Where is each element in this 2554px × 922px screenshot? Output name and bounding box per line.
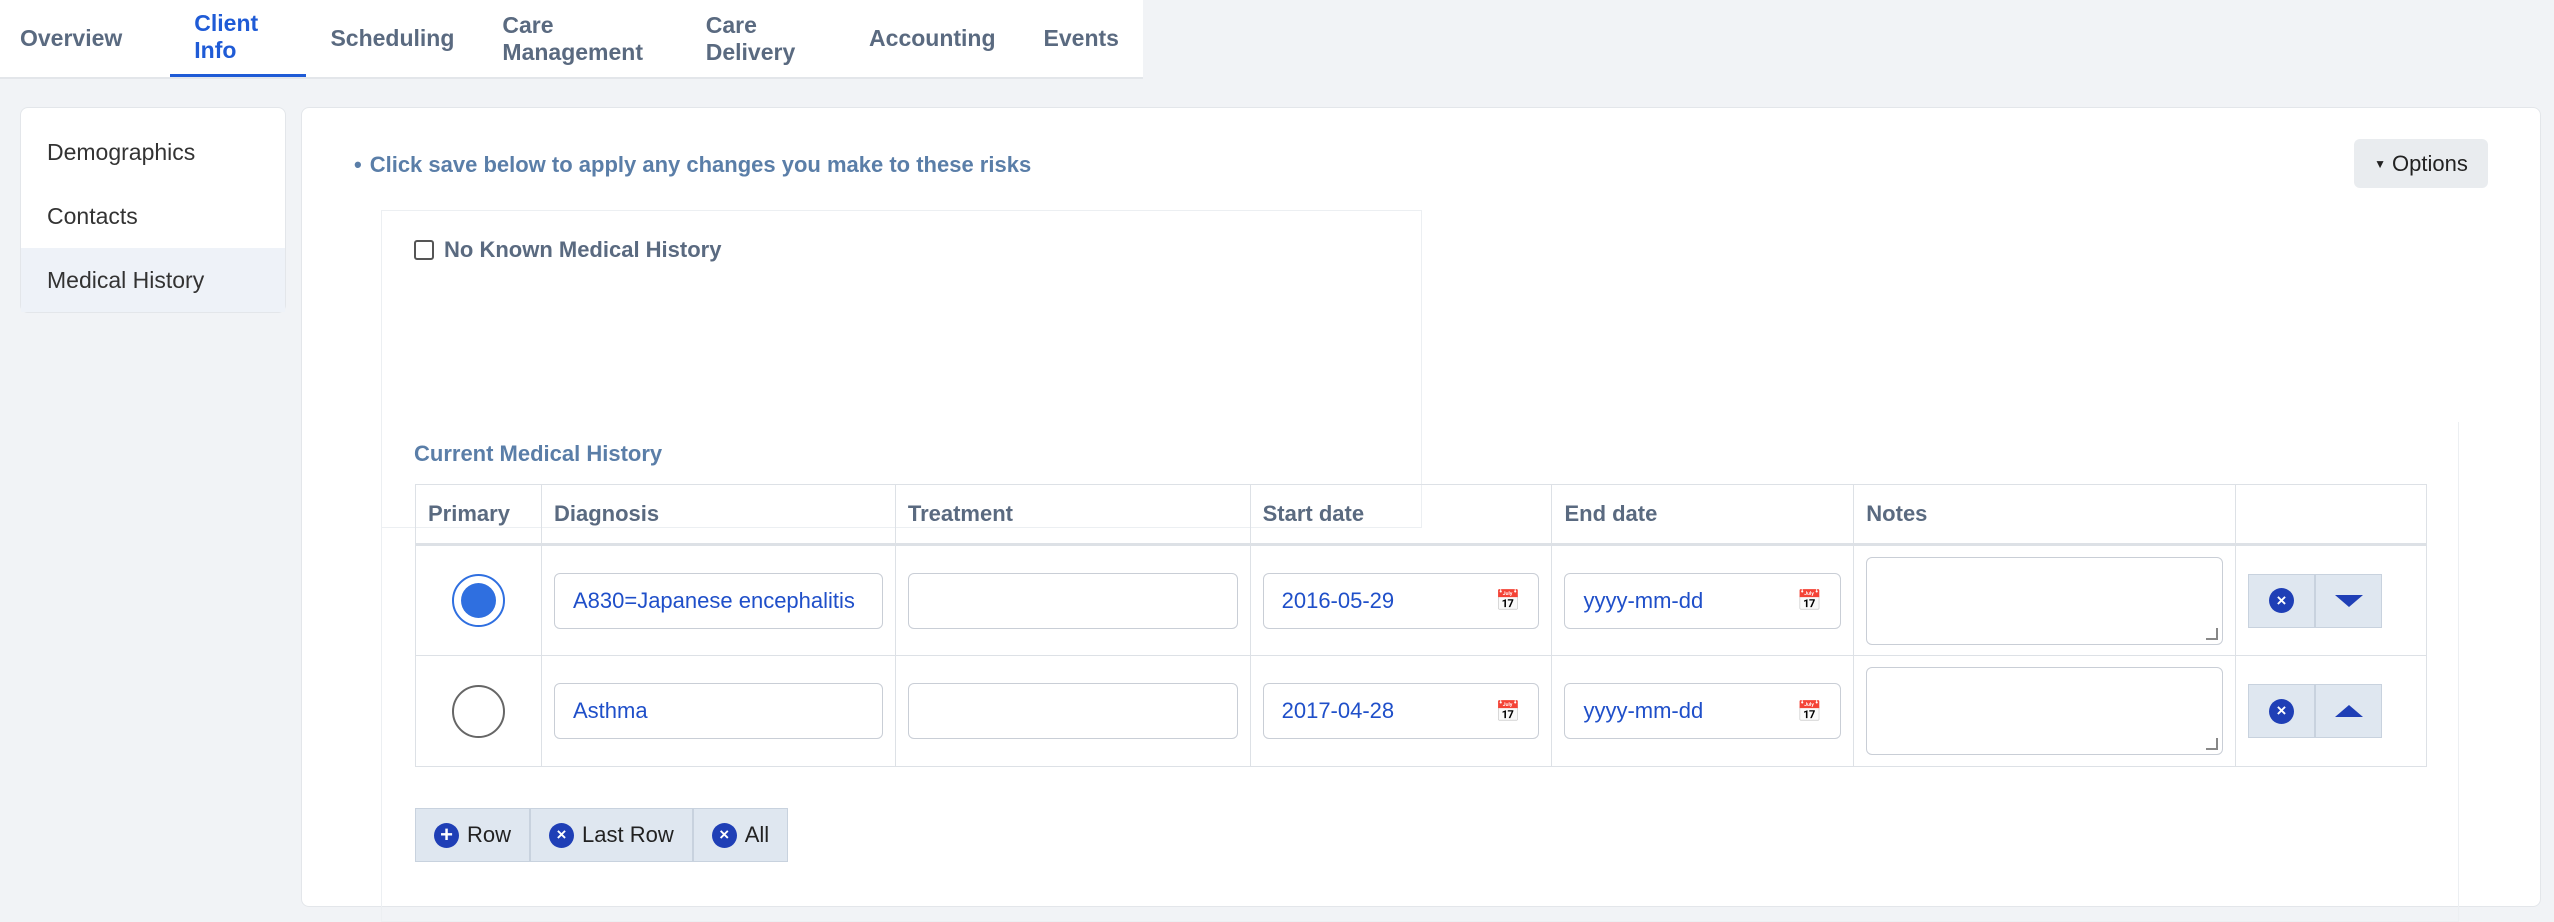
primary-cell [415, 544, 542, 656]
close-circle-icon: × [2269, 698, 2294, 724]
diagnosis-input[interactable]: Asthma [553, 683, 883, 739]
close-circle-icon: × [2269, 588, 2294, 613]
end-date-cell: yyyy-mm-dd 📅 [1551, 544, 1855, 656]
tab-scheduling[interactable]: Scheduling [306, 0, 478, 77]
tab-client-info[interactable]: Client Info [170, 0, 307, 77]
close-circle-icon: × [549, 822, 575, 848]
notes-textarea[interactable] [1866, 556, 2223, 645]
start-date-input[interactable]: 2017-04-28 📅 [1262, 683, 1540, 739]
arrow-down-icon [2334, 594, 2363, 607]
main-tabs: Overview Client Info Scheduling Care Man… [0, 0, 1143, 79]
save-notice: • Click save below to apply any changes y… [354, 152, 1031, 178]
actions-cell: × [2235, 655, 2427, 767]
start-date-value: 2016-05-29 [1281, 587, 1395, 613]
column-header-diagnosis: Diagnosis [540, 484, 896, 546]
end-date-input[interactable]: yyyy-mm-dd 📅 [1564, 572, 1842, 629]
options-button[interactable]: ▼ Options [2354, 139, 2488, 188]
column-header-notes: Notes [1853, 484, 2236, 546]
add-row-button[interactable]: + Row [415, 808, 531, 862]
top-bar: Overview Client Info Scheduling Care Man… [0, 0, 2554, 79]
main-panel: • Click save below to apply any changes y… [301, 107, 2541, 922]
primary-radio[interactable] [451, 684, 505, 738]
close-circle-icon: × [711, 822, 737, 848]
diagnosis-value: Asthma [572, 698, 648, 723]
sidebar-item-demographics[interactable]: Demographics [21, 120, 285, 184]
table-action-buttons: + Row × Last Row × All [415, 808, 789, 862]
add-row-label: Row [467, 822, 512, 847]
diagnosis-input[interactable]: A830=Japanese encephalitis [553, 572, 883, 629]
primary-cell [415, 655, 542, 767]
column-header-actions [2235, 484, 2427, 546]
remove-last-row-label: Last Row [582, 822, 674, 847]
calendar-icon[interactable]: 📅 [1496, 588, 1521, 613]
caret-down-icon: ▼ [2374, 156, 2387, 171]
diagnosis-cell: Asthma [540, 655, 896, 767]
medical-history-table: Primary Diagnosis Treatment Start date E… [415, 484, 2427, 767]
column-header-treatment: Treatment [894, 484, 1251, 546]
treatment-input[interactable] [907, 572, 1238, 629]
notes-cell [1853, 544, 2236, 656]
save-notice-text: Click save below to apply any changes yo… [369, 152, 1032, 177]
notes-textarea[interactable] [1866, 667, 2223, 755]
treatment-cell [894, 544, 1251, 656]
diagnosis-cell: A830=Japanese encephalitis [540, 544, 896, 656]
table-header-row: Primary Diagnosis Treatment Start date E… [415, 484, 2427, 546]
tab-care-management[interactable]: Care Management [478, 0, 681, 77]
end-date-value: yyyy-mm-dd [1583, 698, 1704, 723]
treatment-cell [894, 655, 1251, 767]
start-date-input[interactable]: 2016-05-29 📅 [1262, 572, 1540, 629]
sidebar-item-medical-history[interactable]: Medical History [21, 248, 285, 312]
column-header-end-date: End date [1551, 484, 1855, 546]
remove-row-button[interactable]: × [2248, 573, 2315, 628]
start-date-cell: 2017-04-28 📅 [1249, 655, 1553, 767]
no-known-history-checkbox[interactable] [414, 240, 434, 260]
move-up-button[interactable] [2315, 684, 2382, 738]
start-date-value: 2017-04-28 [1281, 698, 1395, 723]
bullet-icon: • [354, 152, 362, 177]
section-title: Current Medical History [414, 441, 663, 466]
tab-care-delivery[interactable]: Care Delivery [682, 0, 845, 77]
treatment-input[interactable] [907, 683, 1238, 739]
diagnosis-value: A830=Japanese encephalitis [572, 587, 855, 613]
table-row: A830=Japanese encephalitis 2016-05-29 📅 y… [415, 544, 2427, 656]
remove-last-row-button[interactable]: × Last Row [530, 808, 693, 862]
sidebar: Demographics Contacts Medical History [20, 107, 286, 313]
calendar-icon[interactable]: 📅 [1797, 588, 1822, 613]
column-header-start-date: Start date [1249, 484, 1553, 546]
notes-cell [1853, 655, 2236, 767]
no-known-history-label: No Known Medical History [444, 237, 722, 262]
column-header-primary: Primary [415, 484, 542, 546]
primary-radio[interactable] [451, 574, 505, 627]
end-date-value: yyyy-mm-dd [1583, 587, 1704, 613]
plus-circle-icon: + [434, 822, 459, 848]
sidebar-item-contacts[interactable]: Contacts [21, 184, 285, 248]
start-date-cell: 2016-05-29 📅 [1249, 544, 1553, 656]
actions-cell: × [2235, 544, 2427, 656]
tab-overview[interactable]: Overview [20, 0, 146, 77]
tab-accounting[interactable]: Accounting [845, 0, 1020, 77]
end-date-input[interactable]: yyyy-mm-dd 📅 [1564, 683, 1842, 739]
no-known-history-row: No Known Medical History [414, 237, 721, 263]
calendar-icon[interactable]: 📅 [1496, 699, 1521, 724]
calendar-icon[interactable]: 📅 [1797, 699, 1822, 724]
remove-all-button[interactable]: × All [692, 808, 789, 862]
remove-row-button[interactable]: × [2248, 684, 2315, 738]
tab-events[interactable]: Events [1020, 0, 1143, 77]
end-date-cell: yyyy-mm-dd 📅 [1551, 655, 1855, 767]
options-label: Options [2392, 150, 2468, 176]
table-row: Asthma 2017-04-28 📅 yyyy-mm-dd 📅 × [415, 655, 2427, 767]
remove-all-label: All [744, 822, 770, 847]
move-down-button[interactable] [2315, 573, 2382, 628]
arrow-up-icon [2334, 705, 2363, 717]
